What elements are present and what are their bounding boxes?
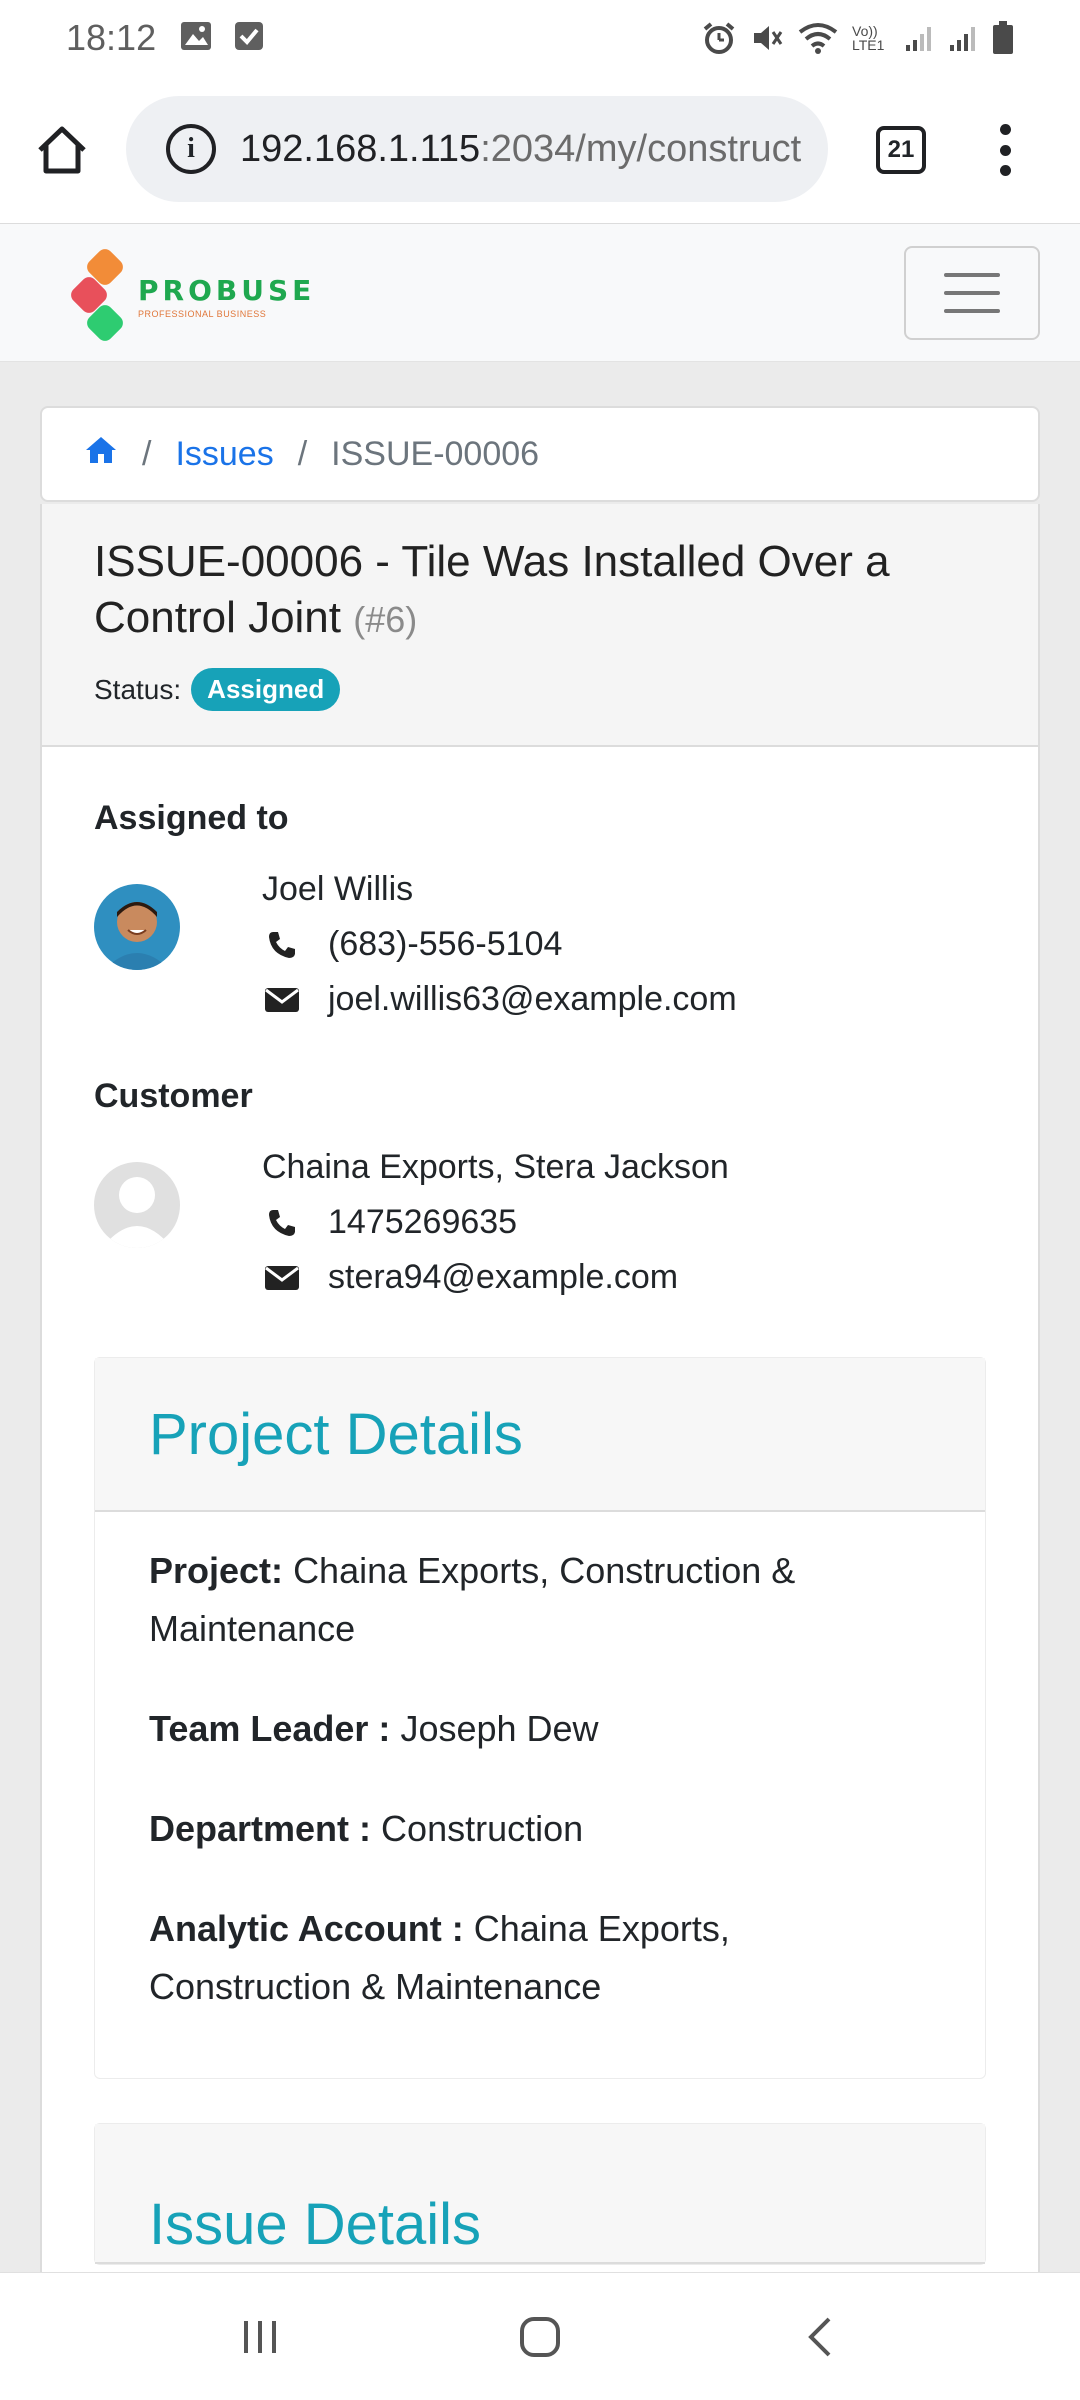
assignee-name: Joel Willis [262,870,414,908]
issue-details-header: Issue Details [95,2124,985,2264]
mute-icon [750,21,784,55]
browser-home-icon[interactable] [30,118,94,182]
signal-icon-2 [948,23,978,53]
issue-card-header: ISSUE-00006 - Tile Was Installed Over a … [42,504,1038,747]
home-nav-icon[interactable] [500,2297,580,2377]
customer-heading: Customer [94,1077,253,1115]
breadcrumb-separator: / [142,434,152,473]
assigned-person: Joel Willis (683)-556-5104 joel.willis63… [94,862,986,1027]
customer-avatar [94,1162,180,1248]
recent-apps-icon[interactable] [220,2297,300,2377]
gallery-icon [180,21,212,56]
status-label: Status: [94,673,182,705]
status-bar: 18:12 Vo)) LTE1 [0,0,1080,76]
back-nav-icon[interactable] [780,2297,860,2377]
issue-details-panel: Issue Details [94,2123,986,2265]
customer-phone[interactable]: 1475269635 [328,1195,517,1250]
signal-icon-1 [904,23,934,53]
assignee-email[interactable]: joel.willis63@example.com [328,972,737,1027]
issue-title: ISSUE-00006 - Tile Was Installed Over a … [94,534,986,648]
status-badge: Assigned [191,668,341,711]
browser-toolbar: i 192.168.1.115:2034/my/construct 21 [0,76,1080,224]
wifi-icon [798,22,838,54]
logo-tagline: PROFESSIONAL BUSINESS [138,308,267,319]
assignee-avatar [94,884,180,970]
browser-menu-icon[interactable] [990,120,1020,180]
customer-section: Customer Chaina Exports, Stera Jackson 1… [42,1077,1038,1305]
battery-icon [992,21,1014,55]
issue-title-text: ISSUE-00006 - Tile Was Installed Over a … [94,537,890,642]
team-leader-label: Team Leader : [149,1708,391,1749]
team-leader-detail: Team Leader : Joseph Dew [149,1700,931,1758]
checkbox-notification-icon [234,21,264,56]
team-leader-value: Joseph Dew [400,1708,599,1749]
department-label: Department : [149,1808,372,1849]
volte-label: Vo)) LTE1 [852,23,885,53]
address-bar[interactable]: i 192.168.1.115:2034/my/construct [126,96,828,202]
project-details-panel: Project Details Project: Chaina Exports,… [94,1357,986,2079]
customer-person: Chaina Exports, Stera Jackson 1475269635… [94,1140,986,1305]
analytic-account-label: Analytic Account : [149,1908,464,1949]
url-path: :2034/my/construct [480,127,802,170]
project-label: Project: [149,1550,284,1591]
project-details-heading: Project Details [149,1401,523,1467]
customer-name: Chaina Exports, Stera Jackson [262,1148,729,1186]
logo-name: PROBUSE [138,273,316,307]
url-host: 192.168.1.115 [240,127,481,170]
department-value: Construction [381,1808,584,1849]
phone-icon [262,930,302,960]
issue-details-heading: Issue Details [149,2192,482,2257]
system-navigation-bar [0,2272,1080,2400]
probuse-logo[interactable]: PROBUSE PROFESSIONAL BUSINESS [67,245,316,345]
site-info-icon[interactable]: i [166,124,216,174]
project-details-header: Project Details [95,1358,985,1512]
customer-email[interactable]: stera94@example.com [328,1250,678,1305]
analytic-account-detail: Analytic Account : Chaina Exports, Const… [149,1900,931,2016]
department-detail: Department : Construction [149,1800,931,1858]
breadcrumb-current: ISSUE-00006 [331,434,540,473]
assignee-phone[interactable]: (683)-556-5104 [328,917,562,972]
issue-card: ISSUE-00006 - Tile Was Installed Over a … [40,504,1040,2400]
home-icon[interactable] [84,435,118,474]
status-line: Status: Assigned [94,668,986,711]
site-navbar: PROBUSE PROFESSIONAL BUSINESS [0,224,1080,362]
project-detail: Project: Chaina Exports, Construction & … [149,1542,931,1658]
envelope-icon [262,1264,302,1292]
breadcrumb-separator: / [297,434,308,473]
issue-number: (#6) [353,599,418,640]
phone-icon [262,1208,302,1238]
logo-hexagons-icon [67,245,132,345]
breadcrumb: / Issues / ISSUE-00006 [40,406,1040,502]
tab-switcher-button[interactable]: 21 [876,126,926,174]
url-text[interactable]: 192.168.1.115:2034/my/construct [240,128,801,171]
alarm-icon [702,21,736,55]
breadcrumb-issues-link[interactable]: Issues [175,435,273,474]
status-time: 18:12 [66,17,157,58]
navbar-toggler-button[interactable] [904,246,1040,340]
assigned-heading: Assigned to [94,799,289,837]
assigned-section: Assigned to Joel Willis (683)-556-5104 j [42,799,1038,1027]
envelope-icon [262,986,302,1014]
